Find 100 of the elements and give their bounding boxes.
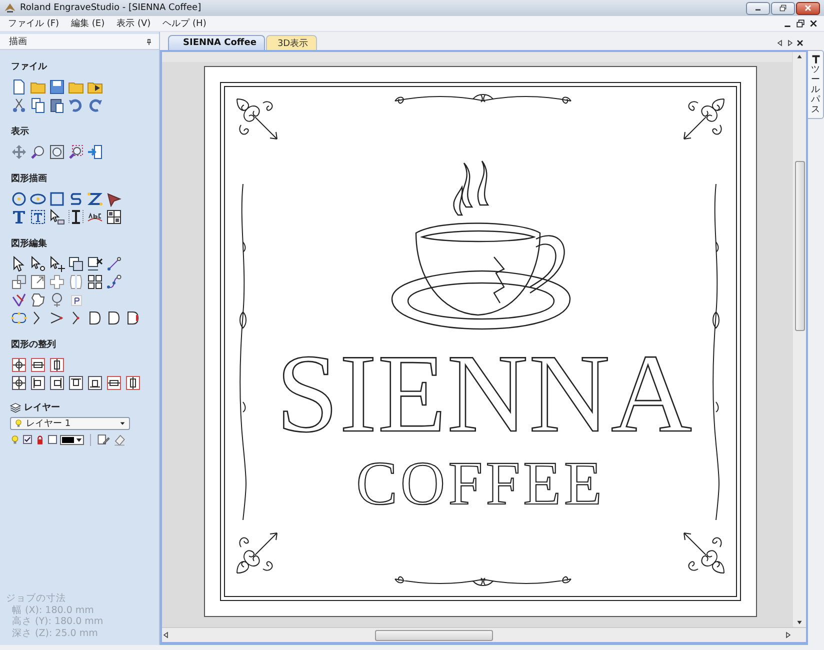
section-title: 図形の整列 bbox=[11, 338, 57, 351]
add-node-icon[interactable] bbox=[49, 256, 65, 272]
job-size-value: 深さ (Z): 25.0 mm bbox=[11, 628, 99, 639]
curve-icon[interactable] bbox=[68, 191, 84, 207]
scroll-left-icon[interactable] bbox=[162, 631, 170, 639]
job-size-value: 幅 (X): 180.0 mm bbox=[11, 604, 95, 616]
zigzag-icon[interactable] bbox=[87, 191, 103, 207]
vertical-scrollbar[interactable] bbox=[792, 52, 806, 627]
redo-icon[interactable] bbox=[87, 97, 103, 113]
restore-icon[interactable] bbox=[796, 19, 805, 28]
zoom-area-icon[interactable] bbox=[68, 144, 84, 160]
scroll-thumb[interactable] bbox=[375, 630, 493, 640]
eraser-icon[interactable] bbox=[113, 433, 126, 446]
pin-icon[interactable] bbox=[145, 38, 153, 46]
caret-icon bbox=[119, 420, 126, 427]
panel-title: 描画 bbox=[9, 36, 28, 48]
app-logo-icon bbox=[4, 2, 16, 14]
toolpath-side-tab[interactable]: ツールパス bbox=[808, 50, 824, 120]
check-icon bbox=[24, 436, 31, 443]
align-bottom-icon[interactable] bbox=[87, 375, 103, 391]
delete-stack-icon[interactable] bbox=[87, 256, 103, 272]
light-bulb-icon bbox=[14, 419, 23, 428]
fit-text-icon[interactable] bbox=[68, 209, 84, 225]
menu-item[interactable]: 表示 (V) bbox=[110, 17, 157, 30]
undo-icon[interactable] bbox=[68, 97, 84, 113]
close-button[interactable] bbox=[796, 2, 820, 14]
text-frame-icon[interactable] bbox=[30, 209, 46, 225]
pointer-text-icon[interactable] bbox=[49, 209, 65, 225]
align-page-center-icon[interactable] bbox=[11, 375, 27, 391]
close-icon[interactable] bbox=[796, 39, 804, 47]
align-middle-icon[interactable] bbox=[30, 357, 46, 373]
section-title: 図形描画 bbox=[11, 172, 48, 185]
circle-icon[interactable] bbox=[11, 191, 27, 207]
zoom-icon[interactable] bbox=[30, 144, 46, 160]
move-icon[interactable] bbox=[11, 144, 27, 160]
grid-icon[interactable] bbox=[106, 209, 122, 225]
angle-icon[interactable] bbox=[49, 310, 65, 326]
align-middle-icon[interactable] bbox=[106, 375, 122, 391]
section-title: 表示 bbox=[11, 125, 30, 138]
job-size-title: ジョブの寸法 bbox=[6, 593, 67, 604]
layer-title: レイヤー bbox=[24, 402, 60, 414]
align-vertical-icon[interactable] bbox=[125, 375, 141, 391]
job-size-value: 高さ (Y): 180.0 mm bbox=[11, 616, 104, 628]
lock-icon bbox=[35, 434, 45, 444]
section-title: ファイル bbox=[11, 61, 48, 73]
scroll-up-icon[interactable] bbox=[795, 52, 804, 61]
align-top-icon[interactable] bbox=[68, 375, 84, 391]
color-picker[interactable] bbox=[60, 434, 84, 444]
pointer-icon[interactable] bbox=[11, 256, 27, 272]
scroll-left-icon[interactable] bbox=[776, 39, 784, 47]
round-rect-icon[interactable] bbox=[11, 310, 27, 326]
resize-icon[interactable] bbox=[30, 274, 46, 290]
align-right-icon[interactable] bbox=[49, 375, 65, 391]
scroll-right-icon[interactable] bbox=[784, 631, 792, 639]
pen-icon[interactable] bbox=[106, 191, 122, 207]
menu-item[interactable]: 編集 (E) bbox=[65, 17, 111, 30]
import-icon[interactable] bbox=[87, 144, 103, 160]
layer-properties-icon[interactable] bbox=[97, 433, 110, 446]
caret-icon bbox=[76, 436, 82, 442]
align-left-icon[interactable] bbox=[30, 375, 46, 391]
zoom-frame-icon[interactable] bbox=[49, 144, 65, 160]
d-shape-icon[interactable] bbox=[87, 310, 103, 326]
align-vertical-icon[interactable] bbox=[49, 357, 65, 373]
file-icon[interactable] bbox=[11, 79, 27, 95]
close-icon[interactable] bbox=[809, 19, 818, 28]
copy-icon[interactable] bbox=[30, 97, 46, 113]
ellipse-icon[interactable] bbox=[30, 191, 46, 207]
node-pointer-icon[interactable] bbox=[30, 256, 46, 272]
text-icon[interactable] bbox=[11, 209, 27, 225]
rectangle-icon[interactable] bbox=[49, 191, 65, 207]
cut-icon[interactable] bbox=[11, 97, 27, 113]
document-tab[interactable]: 3D表示 bbox=[266, 35, 318, 50]
menu-item[interactable]: ヘルプ (H) bbox=[156, 17, 212, 30]
save-icon[interactable] bbox=[49, 79, 65, 95]
layer-dropdown[interactable]: レイヤー 1 bbox=[10, 417, 130, 430]
d-shape-marked-icon[interactable] bbox=[125, 310, 141, 326]
maximize-icon[interactable] bbox=[778, 3, 788, 13]
scroll-thumb[interactable] bbox=[794, 161, 804, 331]
four-grid-icon[interactable] bbox=[87, 274, 103, 290]
menu-item[interactable]: ファイル (F) bbox=[2, 17, 66, 30]
overlap-icon[interactable] bbox=[11, 274, 27, 290]
sign-subtitle: COFFEE bbox=[356, 456, 605, 512]
stack-icon[interactable] bbox=[68, 256, 84, 272]
horizontal-scrollbar[interactable] bbox=[162, 627, 806, 642]
maximize-button[interactable] bbox=[771, 2, 795, 14]
visible-checkbox[interactable] bbox=[23, 435, 32, 444]
document-tab[interactable]: SIENNA Coffee bbox=[168, 35, 266, 50]
line-nodes-icon[interactable] bbox=[106, 256, 122, 272]
align-center-icon[interactable] bbox=[11, 357, 27, 373]
section-title: 図形編集 bbox=[11, 238, 48, 250]
stamp-icon[interactable] bbox=[68, 292, 84, 308]
lock-checkbox[interactable] bbox=[48, 435, 57, 444]
curve-nodes-icon[interactable] bbox=[106, 274, 122, 290]
knife-icon[interactable] bbox=[11, 292, 27, 308]
sign-title: SIENNA bbox=[275, 346, 693, 442]
paste-icon[interactable] bbox=[49, 97, 65, 113]
d-shape-icon[interactable] bbox=[106, 310, 122, 326]
scroll-right-icon[interactable] bbox=[786, 39, 794, 47]
blob-icon[interactable] bbox=[30, 292, 46, 308]
tool-t-icon bbox=[810, 54, 820, 64]
